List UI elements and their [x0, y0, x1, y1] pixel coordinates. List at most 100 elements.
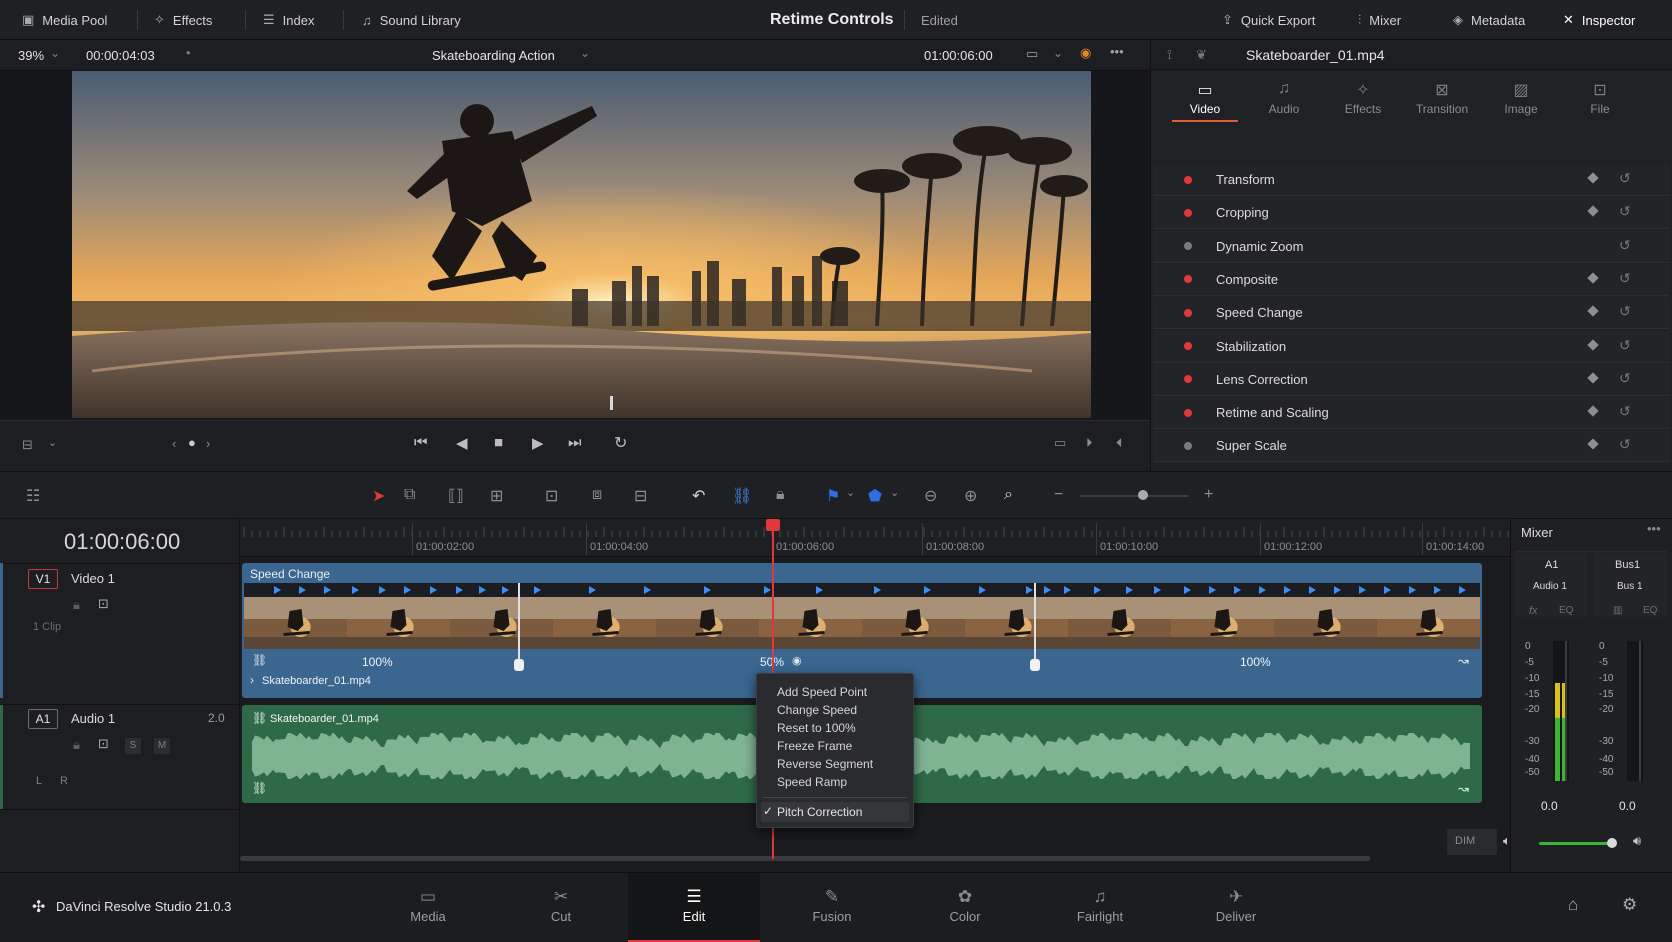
auto-track-icon[interactable]: ⊡ [98, 736, 109, 752]
jog-dot-icon[interactable]: ● [188, 435, 196, 450]
previous-edit-icon[interactable]: ⏴ [1116, 435, 1123, 451]
home-icon[interactable]: ⌂ [1568, 895, 1578, 915]
menu-item-add-speed-point[interactable]: Add Speed Point [777, 685, 867, 699]
index-button[interactable]: ☰ Index [263, 0, 314, 40]
color-wheel-icon[interactable]: ◉ [1080, 45, 1091, 61]
enable-toggle-icon[interactable] [1184, 208, 1192, 217]
go-to-start-icon[interactable]: ⏮ [414, 434, 428, 451]
reset-icon[interactable]: ↺ [1619, 303, 1631, 320]
speaker-loud-icon[interactable]: 🔊︎ [1633, 833, 1641, 849]
jog-right-icon[interactable]: › [206, 436, 210, 451]
v1-track-label[interactable]: V1 [28, 569, 58, 589]
page-cut[interactable]: ✂ Cut [495, 873, 627, 942]
keyframe-diamond-icon[interactable] [1587, 405, 1599, 417]
media-pool-button[interactable]: ▣ Media Pool [22, 0, 107, 40]
zoom-level[interactable]: 39% [18, 48, 44, 63]
selection-tool-icon[interactable]: ➤ [372, 486, 385, 506]
keyframe-diamond-icon[interactable] [1587, 372, 1599, 384]
menu-item-reset-speed[interactable]: Reset to 100% [777, 721, 856, 735]
dynamic-trim-icon[interactable]: ⟦⟧ [448, 486, 464, 506]
inspector-section-composite[interactable]: Composite ↺ [1153, 263, 1669, 296]
reset-icon[interactable]: ↺ [1619, 436, 1631, 453]
match-frame-icon[interactable]: ▭ [1054, 435, 1066, 451]
tab-video[interactable]: ▭ Video [1170, 80, 1240, 122]
loop-icon[interactable]: ↻ [614, 433, 627, 453]
monitor-volume-slider[interactable] [1539, 842, 1613, 845]
inspector-section-cropping[interactable]: Cropping ↺ [1153, 197, 1669, 230]
keyframe-diamond-icon[interactable] [1587, 305, 1599, 317]
keyframe-diamond-icon[interactable] [1587, 272, 1599, 284]
speed-value-3[interactable]: 100% [1240, 655, 1271, 669]
enable-toggle-icon[interactable] [1184, 175, 1192, 184]
tab-effects[interactable]: ✧ Effects [1328, 80, 1398, 116]
keyframe-icon[interactable]: ⟟ [1167, 47, 1172, 63]
enable-toggle-icon[interactable] [1184, 242, 1192, 251]
keyframe-diamond-icon[interactable] [1587, 338, 1599, 351]
linked-selection-icon[interactable]: ⛓ [732, 486, 752, 506]
stop-icon[interactable]: ■ [494, 434, 503, 451]
curve-icon[interactable]: ↝ [1458, 653, 1469, 669]
quick-export-button[interactable]: ⇪ Quick Export [1222, 0, 1315, 40]
bus1-fader-track[interactable] [1639, 641, 1641, 781]
marker-icon[interactable]: ⬟ [868, 486, 882, 506]
eq-button[interactable]: EQ [1643, 605, 1657, 616]
speaker-icon[interactable]: 🔈︎ [1503, 833, 1511, 849]
viewer-mode-icon[interactable]: ▭ [1026, 46, 1038, 62]
metadata-button[interactable]: ◈ Metadata [1453, 0, 1525, 40]
auto-track-icon[interactable]: ⊡ [98, 596, 109, 612]
a1-track-name[interactable]: Audio 1 [71, 711, 115, 726]
mute-button[interactable]: M [154, 738, 170, 754]
reset-icon[interactable]: ↺ [1619, 237, 1631, 254]
reset-icon[interactable]: ↺ [1619, 370, 1631, 387]
inspector-section-stabilization[interactable]: Stabilization ↺ [1153, 330, 1669, 363]
a1-track-label[interactable]: A1 [28, 709, 58, 729]
page-edit[interactable]: ☰ Edit [628, 873, 760, 942]
enable-toggle-icon[interactable] [1184, 441, 1192, 450]
replace-clip-icon[interactable]: ⊟ [634, 486, 647, 506]
blade-tool-icon[interactable]: ⊞ [490, 486, 503, 506]
position-lock-icon[interactable]: 🔒︎ [776, 486, 785, 504]
mixer-button[interactable]: ⫶ Mixer [1358, 0, 1401, 40]
speed-bar[interactable] [244, 583, 1480, 597]
v1-track-name[interactable]: Video 1 [71, 571, 115, 586]
speed-value-1[interactable]: 100% [362, 655, 393, 669]
keyframe-diamond-icon[interactable] [1587, 438, 1599, 451]
play-icon[interactable]: ▶ [532, 434, 544, 452]
enable-toggle-icon[interactable] [1184, 408, 1192, 417]
track-lock-icon[interactable]: 🔒︎ [73, 597, 80, 613]
more-options-icon[interactable]: ••• [1647, 521, 1661, 536]
inspector-section-lens-correction[interactable]: Lens Correction ↺ [1153, 363, 1669, 396]
snapping-icon[interactable]: ↶ [692, 486, 705, 506]
reset-icon[interactable]: ↺ [1619, 170, 1631, 187]
page-color[interactable]: ✿ Color [899, 873, 1031, 942]
inspector-section-transform[interactable]: Transform ↺ [1153, 164, 1669, 196]
zoom-full-icon[interactable]: ⊖ [924, 486, 937, 506]
zoom-slider-track[interactable] [1080, 495, 1188, 497]
menu-item-freeze-frame[interactable]: Freeze Frame [777, 739, 852, 753]
menu-item-pitch-correction[interactable]: ✓ Pitch Correction [761, 802, 909, 822]
dim-button[interactable]: DIM [1455, 835, 1475, 847]
a1-fader-track[interactable] [1565, 641, 1567, 781]
butterfly-icon[interactable]: ❦ [1196, 47, 1207, 63]
page-fusion[interactable]: ✎ Fusion [766, 873, 898, 942]
tab-file[interactable]: ⊡ File [1565, 80, 1635, 116]
trim-tool-icon[interactable]: ⧉ [404, 486, 415, 504]
chevron-down-icon[interactable]: ⌄ [580, 46, 590, 60]
chevron-down-icon[interactable]: ⌄ [48, 436, 57, 449]
curve-icon[interactable]: ↝ [1458, 781, 1469, 797]
sound-library-button[interactable]: ♫ Sound Library [362, 0, 461, 40]
fx-button[interactable]: fx [1529, 605, 1538, 617]
dynamics-icon[interactable]: ▥ [1613, 605, 1622, 616]
page-deliver[interactable]: ✈ Deliver [1170, 873, 1302, 942]
jog-left-icon[interactable]: ‹ [172, 436, 176, 451]
menu-item-speed-ramp[interactable]: Speed Ramp [777, 775, 847, 789]
enable-toggle-icon[interactable] [1184, 342, 1192, 350]
track-lock-icon[interactable]: 🔒︎ [73, 737, 80, 753]
speed-point-handle-1[interactable] [514, 659, 524, 671]
speed-point-handle-2[interactable] [1030, 659, 1040, 671]
zoom-custom-icon[interactable]: ⌕ [1004, 486, 1013, 504]
inspector-section-super-scale[interactable]: Super Scale ↺ [1153, 430, 1669, 463]
zoom-slider-handle[interactable] [1138, 490, 1148, 500]
chevron-down-icon[interactable]: ⌄ [846, 486, 855, 499]
enable-toggle-icon[interactable] [1184, 375, 1192, 384]
